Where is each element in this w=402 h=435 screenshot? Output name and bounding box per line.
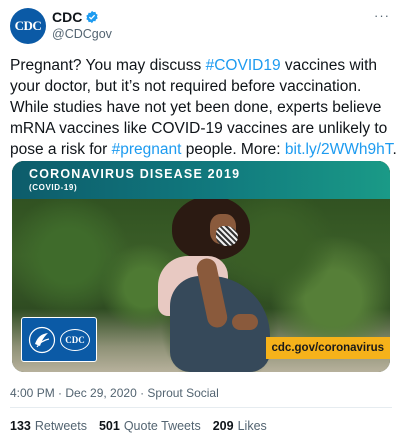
photo-face-mask xyxy=(216,226,238,246)
media-banner: CORONAVIRUS DISEASE 2019 (COVID-19) xyxy=(12,161,390,199)
hashtag-covid19-link[interactable]: #COVID19 xyxy=(206,57,281,74)
divider xyxy=(10,407,392,408)
tweet: CDC CDC @CDCgov ··· Pregnant? You may di… xyxy=(0,0,402,435)
photo-hand xyxy=(232,314,258,330)
cdc-logo-icon: CDC xyxy=(60,328,90,351)
quote-tweets-count: 501 xyxy=(98,419,120,433)
hhs-eagle-icon xyxy=(28,326,56,353)
tweet-text: Pregnant? You may discuss #COVID19 vacci… xyxy=(10,55,398,160)
likes-stat[interactable]: 209 Likes xyxy=(213,419,267,433)
tweet-text-part: people. More: xyxy=(181,141,285,158)
quote-tweets-stat[interactable]: 501 Quote Tweets xyxy=(99,419,201,433)
external-link[interactable]: bit.ly/2WWh9hT xyxy=(285,141,393,158)
tweet-image[interactable]: CORONAVIRUS DISEASE 2019 (COVID-19) CDC … xyxy=(12,161,390,372)
avatar-logo-text: CDC xyxy=(14,18,42,33)
more-options-icon[interactable]: ··· xyxy=(374,8,390,23)
retweets-stat[interactable]: 133 Retweets xyxy=(10,419,87,433)
tweet-timestamp[interactable]: 4:00 PM · Dec 29, 2020 · Sprout Social xyxy=(10,386,219,400)
likes-count: 209 xyxy=(212,419,234,433)
hashtag-pregnant-link[interactable]: #pregnant xyxy=(112,141,182,158)
verified-badge-icon xyxy=(86,10,99,24)
likes-label: Likes xyxy=(237,419,267,433)
avatar[interactable]: CDC xyxy=(10,8,46,44)
tweet-text-part: Pregnant? You may discuss xyxy=(10,57,206,74)
hhs-cdc-logo: CDC xyxy=(21,317,97,362)
handle[interactable]: @CDCgov xyxy=(52,27,112,41)
url-tag: cdc.gov/coronavirus xyxy=(265,337,390,359)
banner-subtitle: (COVID-19) xyxy=(29,183,78,192)
banner-title: CORONAVIRUS DISEASE 2019 xyxy=(29,167,241,181)
display-name[interactable]: CDC xyxy=(52,9,82,25)
quote-tweets-label: Quote Tweets xyxy=(123,419,201,433)
cdc-logo-text: CDC xyxy=(65,334,85,345)
author-name-line: CDC xyxy=(52,9,99,25)
tweet-text-part: . xyxy=(392,141,397,158)
retweets-label: Retweets xyxy=(34,419,87,433)
retweets-count: 133 xyxy=(10,419,31,433)
engagement-stats: 133 Retweets 501 Quote Tweets 209 Likes xyxy=(10,419,267,433)
